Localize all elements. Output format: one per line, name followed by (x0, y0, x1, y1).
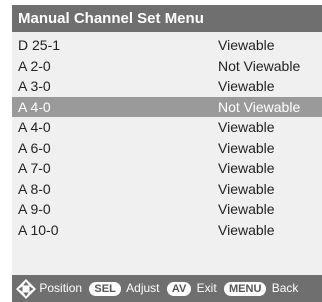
exit-label: Exit (196, 281, 217, 296)
menu-key-badge: MENU (224, 281, 267, 296)
channel-number: A 6-0 (18, 139, 51, 156)
channel-number: D 25-1 (18, 37, 61, 53)
sel-key-badge: SEL (89, 281, 121, 296)
channel-row[interactable]: A 2-0 Not Viewable (12, 56, 322, 77)
channel-row[interactable]: A 10-0 Viewable (12, 220, 322, 241)
manual-channel-set-menu: Manual Channel Set Menu D 25-1 Viewable … (12, 5, 322, 302)
channel-number: A 3-0 (18, 78, 51, 94)
channel-row-selected[interactable]: A 4-0 Not Viewable (12, 96, 322, 117)
channel-row[interactable]: D 25-1 Viewable (12, 35, 322, 56)
channel-status: Viewable (218, 221, 275, 238)
channel-row[interactable]: A 3-0 Viewable (12, 76, 322, 97)
channel-status: Not Viewable (218, 98, 301, 115)
adjust-label: Adjust (126, 281, 160, 296)
channel-status: Viewable (218, 119, 275, 135)
dpad-icon (16, 278, 36, 299)
menu-title: Manual Channel Set Menu (12, 5, 322, 32)
channel-row[interactable]: A 4-0 Viewable (12, 117, 322, 138)
channel-status: Viewable (218, 37, 275, 53)
channel-number: A 4-0 (18, 119, 51, 135)
channel-status: Viewable (218, 160, 275, 176)
channel-status: Viewable (218, 201, 275, 217)
channel-status: Viewable (218, 180, 275, 197)
channel-status: Not Viewable (218, 57, 301, 74)
channel-list: D 25-1 Viewable A 2-0 Not Viewable A 3-0… (12, 35, 322, 240)
channel-row[interactable]: A 7-0 Viewable (12, 158, 322, 179)
channel-status: Viewable (218, 78, 275, 94)
channel-number: A 4-0 (18, 98, 51, 115)
av-key-badge: AV (166, 281, 192, 296)
channel-number: A 7-0 (18, 160, 51, 176)
channel-number: A 2-0 (18, 57, 51, 74)
channel-number: A 9-0 (18, 201, 51, 217)
channel-number: A 10-0 (18, 221, 59, 238)
channel-status: Viewable (218, 139, 275, 156)
channel-row[interactable]: A 8-0 Viewable (12, 179, 322, 200)
back-label: Back (271, 281, 299, 296)
channel-row[interactable]: A 9-0 Viewable (12, 199, 322, 220)
position-label: Position (39, 281, 83, 296)
channel-row[interactable]: A 6-0 Viewable (12, 138, 322, 159)
channel-number: A 8-0 (18, 180, 51, 197)
footer-help-bar: Position SEL Adjust AV Exit MENU Back (12, 275, 322, 302)
